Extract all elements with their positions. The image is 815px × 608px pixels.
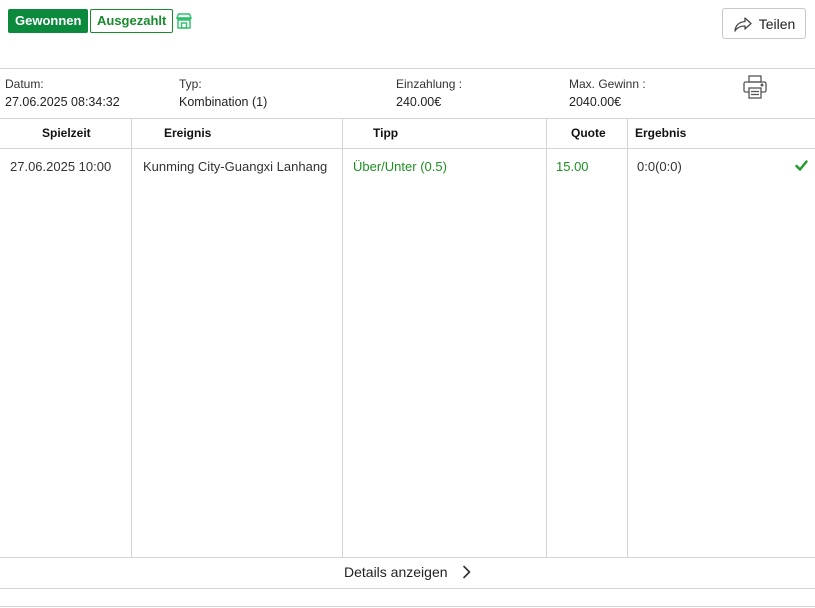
ticket-header: Gewonnen Ausgezahlt Teilen: [0, 0, 815, 68]
divider: [0, 68, 815, 69]
max-win-label: Max. Gewinn :: [569, 77, 646, 91]
type-label: Typ:: [179, 77, 202, 91]
status-badge-paid: Ausgezahlt: [90, 9, 174, 33]
cell-odds: 15.00: [556, 159, 589, 174]
date-label: Datum:: [5, 77, 44, 91]
share-arrow-icon: [734, 16, 752, 32]
cell-event: Kunming City-Guangxi Lanhang: [143, 159, 328, 174]
col-header-result: Ergebnis: [635, 126, 687, 140]
column-divider: [546, 118, 547, 557]
chevron-right-icon: [462, 565, 470, 579]
cell-result: 0:0(0:0): [637, 159, 682, 174]
divider: [0, 588, 815, 589]
col-header-event: Ereignis: [164, 126, 212, 140]
share-button[interactable]: Teilen: [722, 8, 806, 39]
divider: [0, 118, 815, 119]
divider: [0, 148, 815, 149]
details-link-label: Details anzeigen: [344, 564, 448, 580]
max-win-value: 2040.00€: [569, 95, 622, 109]
col-header-tip: Tipp: [373, 126, 399, 140]
share-button-label: Teilen: [758, 15, 796, 32]
stake-label: Einzahlung :: [396, 77, 463, 91]
column-divider: [342, 118, 343, 557]
store-icon: [175, 12, 193, 30]
type-value: Kombination (1): [179, 95, 268, 109]
stake-value: 240.00€: [396, 95, 442, 109]
printer-icon[interactable]: [742, 74, 768, 100]
column-divider: [627, 118, 628, 557]
col-header-time: Spielzeit: [42, 126, 91, 140]
status-badge-won: Gewonnen: [8, 9, 89, 33]
cell-time: 27.06.2025 10:00: [10, 159, 112, 174]
checkmark-icon: [795, 159, 808, 172]
divider: [0, 606, 815, 607]
details-link[interactable]: Details anzeigen: [344, 564, 471, 580]
date-value: 27.06.2025 08:34:32: [5, 95, 120, 109]
cell-tip: Über/Unter (0.5): [353, 159, 447, 174]
divider: [0, 557, 815, 558]
column-divider: [131, 118, 132, 557]
col-header-odds: Quote: [571, 126, 606, 140]
